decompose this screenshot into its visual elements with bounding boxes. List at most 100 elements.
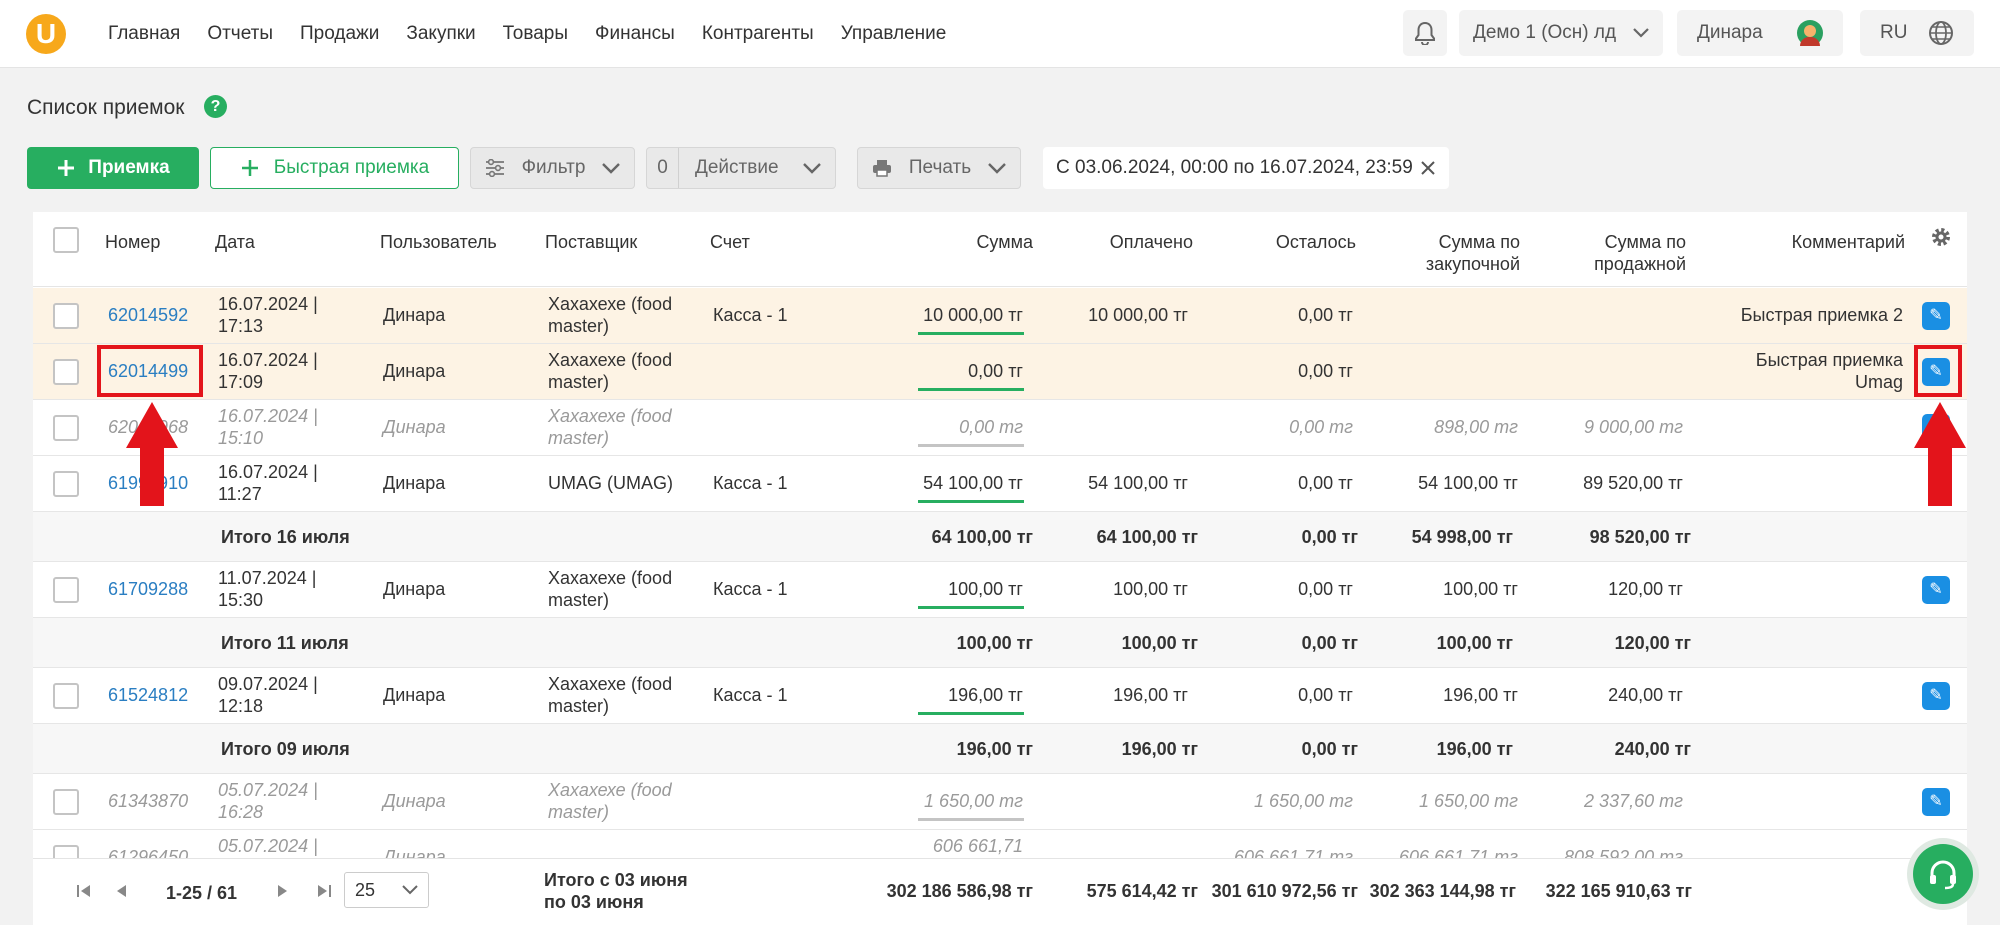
table-row[interactable]: 61709288 11.07.2024 | 15:30 Динара Хахахе… — [33, 562, 1967, 618]
print-button[interactable]: Печать — [857, 147, 1021, 189]
help-icon[interactable]: ? — [204, 95, 227, 118]
account-selector[interactable]: Демо 1 (Осн) лд — [1459, 10, 1663, 56]
row-paid: 100,00 тг — [1113, 579, 1188, 599]
receipt-number-link[interactable]: 61524812 — [108, 684, 188, 706]
table-row[interactable]: 62014592 16.07.2024 | 17:13 Динара Хахахе… — [33, 288, 1967, 344]
receipt-number-link[interactable]: 62014592 — [108, 304, 188, 326]
edit-icon[interactable]: ✎ — [1922, 576, 1950, 604]
row-checkbox[interactable] — [53, 683, 79, 709]
row-user: Динара — [383, 417, 446, 437]
quick-receipt-button[interactable]: Быстрая приемка — [210, 147, 459, 189]
row-checkbox[interactable] — [53, 359, 79, 385]
nav-item-contractors[interactable]: Контрагенты — [702, 23, 814, 45]
row-supplier-line1: Хахахехе (food — [548, 568, 673, 588]
edit-icon[interactable]: ✎ — [1922, 682, 1950, 710]
pagination-range: 1-25 / 61 — [166, 883, 238, 903]
quick-receipt-label: Быстрая приемка — [273, 157, 430, 178]
row-sale-sum: 240,00 тг — [1608, 685, 1683, 705]
col-left[interactable]: Осталось — [1233, 231, 1356, 253]
first-page-icon[interactable] — [76, 884, 92, 898]
row-sum[interactable]: 606 661,71 — [883, 835, 1023, 857]
row-date-line1: 16.07.2024 | — [218, 406, 318, 426]
table-row[interactable]: 62013968 16.07.2024 |15:10 Динара Хахахе… — [33, 400, 1967, 456]
group-total-left: 0,00 тг — [1301, 633, 1358, 653]
edit-icon[interactable]: ✎ — [1922, 302, 1950, 330]
receipt-number-link[interactable]: 61343870 — [108, 790, 188, 812]
row-sum[interactable]: 0,00 тг — [883, 416, 1023, 438]
row-purchase-sum: 898,00 тг — [1434, 417, 1518, 437]
col-sale-sum[interactable]: Сумма по продажной — [1533, 231, 1686, 275]
col-purchase-sum-line2: закупочной — [1425, 254, 1520, 274]
col-supplier[interactable]: Поставщик — [545, 231, 637, 253]
filter-label: Фильтр — [521, 157, 586, 178]
row-supplier-line2: master) — [548, 802, 610, 822]
close-icon[interactable] — [1420, 160, 1436, 176]
row-sum[interactable]: 1 650,00 тг — [883, 790, 1023, 812]
nav-item-finance[interactable]: Финансы — [595, 23, 675, 45]
edit-icon[interactable]: ✎ — [1922, 788, 1950, 816]
row-sum[interactable]: 54 100,00 тг — [883, 472, 1023, 494]
group-total-sum: 100,00 тг — [956, 633, 1033, 653]
last-page-icon[interactable] — [316, 884, 332, 898]
select-all-checkbox[interactable] — [53, 227, 79, 253]
col-sum[interactable]: Сумма — [903, 231, 1033, 253]
arrow-up-icon — [1914, 402, 1966, 506]
row-date-line2: 15:10 — [218, 428, 264, 448]
notifications-button[interactable] — [1403, 10, 1447, 56]
sum-underline — [918, 712, 1024, 715]
col-paid[interactable]: Оплачено — [1063, 231, 1193, 253]
row-date-line2: 11:27 — [218, 484, 262, 504]
row-checkbox[interactable] — [53, 415, 79, 441]
table-row[interactable]: 61995910 16.07.2024 |11:27 Динара UMAG (… — [33, 456, 1967, 512]
user-menu[interactable]: Динара — [1677, 10, 1843, 56]
col-sale-sum-line2: продажной — [1594, 254, 1686, 274]
nav-item-purchases[interactable]: Закупки — [406, 23, 475, 45]
row-sum[interactable]: 0,00 тг — [883, 360, 1023, 382]
row-sum[interactable]: 196,00 тг — [883, 684, 1023, 706]
col-account[interactable]: Счет — [710, 231, 750, 253]
app-logo[interactable]: U — [26, 14, 66, 54]
date-range-chip[interactable]: С 03.06.2024, 00:00 по 16.07.2024, 23:59 — [1043, 147, 1449, 189]
row-checkbox[interactable] — [53, 577, 79, 603]
nav-item-sales[interactable]: Продажи — [300, 23, 379, 45]
row-supplier: Хахахехе (food master) — [548, 673, 672, 717]
group-total-left: 0,00 тг — [1301, 527, 1358, 547]
add-receipt-button[interactable]: Приемка — [27, 147, 199, 189]
table-row[interactable]: 61343870 05.07.2024 | 16:28 Динара Хахахе… — [33, 774, 1967, 830]
language-selector[interactable]: RU — [1860, 10, 1974, 56]
nav-item-goods[interactable]: Товары — [503, 23, 568, 45]
col-user[interactable]: Пользователь — [380, 231, 497, 253]
sum-underline — [918, 388, 1024, 391]
next-page-icon[interactable] — [277, 884, 289, 898]
support-chat-button[interactable] — [1907, 838, 1979, 910]
row-supplier-line2: master) — [548, 428, 610, 448]
col-date[interactable]: Дата — [215, 231, 255, 253]
prev-page-icon[interactable] — [115, 884, 127, 898]
col-number[interactable]: Номер — [105, 231, 160, 253]
row-sum[interactable]: 10 000,00 тг — [883, 304, 1023, 326]
top-bar: U Главная Отчеты Продажи Закупки Товары … — [0, 0, 2000, 68]
row-checkbox[interactable] — [53, 303, 79, 329]
account-name: Демо 1 (Осн) лд — [1473, 22, 1617, 43]
print-label: Печать — [908, 157, 972, 178]
row-checkbox[interactable] — [53, 789, 79, 815]
table-row[interactable]: 62014499 16.07.2024 | 17:09 Динара Хахахе… — [33, 344, 1967, 400]
date-range-text: С 03.06.2024, 00:00 по 16.07.2024, 23:59 — [1056, 157, 1413, 178]
nav-item-home[interactable]: Главная — [108, 23, 180, 45]
nav-item-reports[interactable]: Отчеты — [207, 23, 273, 45]
filter-button[interactable]: Фильтр — [470, 147, 635, 189]
col-purchase-sum[interactable]: Сумма по закупочной — [1373, 231, 1520, 275]
nav-item-management[interactable]: Управление — [841, 23, 947, 45]
row-paid: 54 100,00 тг — [1088, 473, 1188, 493]
action-dropdown[interactable]: 0 Действие — [646, 147, 836, 189]
gear-icon[interactable] — [1930, 226, 1952, 248]
table-row[interactable]: 61524812 09.07.2024 | 12:18 Динара Хахахе… — [33, 668, 1967, 724]
row-purchase-sum: 54 100,00 тг — [1418, 473, 1518, 493]
row-checkbox[interactable] — [53, 471, 79, 497]
page-size-select[interactable]: 25 — [344, 872, 429, 908]
col-comment: Комментарий — [1791, 232, 1905, 252]
sum-underline — [918, 500, 1024, 503]
row-sum[interactable]: 100,00 тг — [883, 578, 1023, 600]
row-user: Динара — [383, 685, 446, 705]
receipt-number-link[interactable]: 61709288 — [108, 578, 188, 600]
